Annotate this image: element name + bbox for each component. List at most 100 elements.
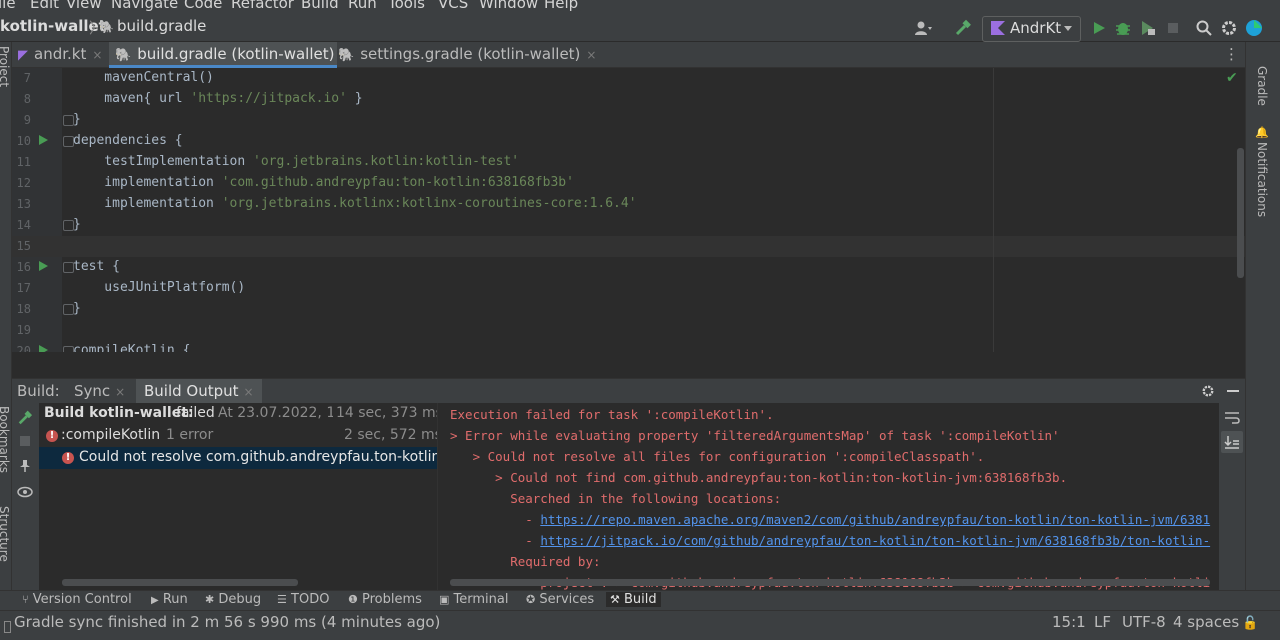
toolbox-icon[interactable] — [1245, 19, 1263, 37]
menu-file[interactable]: ile — [0, 0, 16, 12]
menu-code[interactable]: Code — [184, 0, 222, 12]
code-line[interactable]: 19 — [12, 320, 1245, 341]
build-tool-window-header: Build: Sync × Build Output × — [12, 378, 1245, 407]
editor-scrollbar[interactable] — [1237, 148, 1244, 278]
menu-view[interactable]: View — [66, 0, 102, 12]
code-line[interactable]: 20 compileKotlin { — [12, 341, 1245, 352]
coverage-icon[interactable] — [1139, 19, 1157, 37]
caret-position[interactable]: 15:1 — [1052, 613, 1086, 631]
version-control-tool-button[interactable]: ⑂ Version Control — [22, 592, 132, 607]
menu-run[interactable]: Run — [348, 0, 377, 12]
pin-icon[interactable] — [18, 459, 32, 473]
run-configuration-select[interactable]: AndrKt — [982, 16, 1081, 42]
error-node[interactable]: ! Could not resolve com.github.andreypfa… — [39, 447, 437, 469]
indent-setting[interactable]: 4 spaces — [1173, 613, 1239, 631]
tab-andr-kt[interactable]: ◤ andr.kt × — [18, 42, 118, 68]
build-console-output[interactable]: Execution failed for task ':compileKotli… — [437, 403, 1219, 590]
code-line[interactable]: 11 testImplementation 'org.jetbrains.kot… — [12, 152, 1245, 173]
tab-settings-gradle[interactable]: 🐘 settings.gradle (kotlin-wallet) × — [338, 42, 596, 68]
bookmarks-tool-button[interactable]: Bookmarks — [0, 406, 11, 473]
menu-help[interactable]: Help — [544, 0, 578, 12]
close-icon[interactable]: × — [244, 385, 254, 399]
gradle-tool-button[interactable]: Gradle — [1255, 66, 1269, 106]
menu-navigate[interactable]: Navigate — [111, 0, 178, 12]
settings-gear-icon[interactable] — [1220, 19, 1238, 37]
console-link-line[interactable]: - https://jitpack.io/com/github/andreypf… — [450, 533, 1210, 548]
code-text: mavenCentral() — [73, 70, 214, 85]
close-icon[interactable]: × — [586, 48, 596, 62]
stop-icon[interactable] — [1164, 19, 1182, 37]
settings-gear-icon[interactable] — [1201, 384, 1215, 398]
run-gutter-icon[interactable] — [39, 261, 48, 271]
console-horizontal-scrollbar[interactable] — [450, 579, 1210, 586]
tab-build-gradle[interactable]: 🐘 build.gradle (kotlin-wallet) × — [109, 42, 351, 68]
menu-vcs[interactable]: VCS — [438, 0, 468, 12]
code-text: testImplementation 'org.jetbrains.kotlin… — [73, 154, 520, 169]
code-text: } — [73, 217, 81, 232]
task-node-compilekotlin[interactable]: ! :compileKotlin 1 error 2 sec, 572 ms — [39, 425, 437, 447]
line-number: 9 — [23, 113, 31, 127]
run-gutter-icon[interactable] — [39, 345, 48, 352]
bug-icon: ✱ — [205, 593, 215, 606]
debug-icon[interactable] — [1114, 19, 1132, 37]
code-line[interactable]: 13 implementation 'org.jetbrains.kotlinx… — [12, 194, 1245, 215]
eye-icon[interactable] — [17, 485, 33, 499]
notifications-tool-button[interactable]: Notifications — [1255, 142, 1269, 217]
close-icon[interactable]: × — [92, 48, 102, 62]
debug-tool-button[interactable]: ✱ Debug — [205, 592, 261, 607]
code-line[interactable]: 9} — [12, 110, 1245, 131]
line-number: 10 — [16, 134, 31, 148]
editor-tab-bar: ◤ andr.kt × 🐘 build.gradle (kotlin-wallet) ×… — [12, 42, 1245, 68]
services-tool-button[interactable]: ✪ Services — [526, 592, 594, 607]
code-line[interactable]: 18} — [12, 299, 1245, 320]
menu-tools[interactable]: Tools — [388, 0, 425, 12]
code-line[interactable]: 8 maven{ url 'https://jitpack.io' } — [12, 89, 1245, 110]
repository-url-link[interactable]: https://jitpack.io/com/github/andreypfau… — [540, 533, 1210, 548]
code-line[interactable]: 12 implementation 'com.github.andreypfau… — [12, 173, 1245, 194]
build-root-node[interactable]: Build kotlin-wallet: failed At 23.07.202… — [39, 403, 437, 425]
build-tool-button[interactable]: ⚒ Build — [606, 592, 661, 607]
run-icon[interactable] — [1090, 19, 1108, 37]
code-line[interactable]: 17 useJUnitPlatform() — [12, 278, 1245, 299]
menu-window[interactable]: Window — [479, 0, 538, 12]
problems-tool-button[interactable]: ❶ Problems — [348, 592, 422, 607]
run-gutter-icon[interactable] — [39, 135, 48, 145]
code-line[interactable]: 16 test { — [12, 257, 1245, 278]
minimize-icon[interactable] — [1227, 390, 1239, 392]
lock-icon[interactable]: 🔓 — [1242, 616, 1258, 631]
close-icon[interactable]: × — [115, 385, 125, 399]
tab-overflow-menu-icon[interactable]: ⋮ — [1224, 45, 1239, 63]
tab-sync[interactable]: Sync × — [74, 382, 125, 400]
file-encoding[interactable]: UTF-8 — [1122, 613, 1166, 631]
menu-build[interactable]: Build — [301, 0, 339, 12]
code-line[interactable]: 15 — [12, 236, 1245, 257]
code-line[interactable]: 14} — [12, 215, 1245, 236]
code-text: compileKotlin { — [73, 343, 191, 352]
code-line[interactable]: 7 mavenCentral() — [12, 68, 1245, 89]
code-editor[interactable]: 7 mavenCentral() 8 maven{ url 'https://ji… — [12, 68, 1245, 352]
scroll-to-end-button[interactable] — [1221, 431, 1243, 453]
console-link-line[interactable]: - https://repo.maven.apache.org/maven2/c… — [450, 512, 1210, 527]
terminal-tool-button[interactable]: ▣ Terminal — [439, 592, 509, 607]
code-text: } — [73, 301, 81, 316]
stop-icon[interactable] — [20, 436, 30, 446]
project-tool-button[interactable]: Project — [0, 46, 11, 87]
todo-tool-button[interactable]: ☰ TODO — [277, 592, 329, 607]
soft-wrap-icon[interactable] — [1224, 411, 1240, 425]
code-line[interactable]: 10 dependencies { — [12, 131, 1245, 152]
user-icon[interactable] — [914, 19, 932, 37]
status-toggle-icon[interactable] — [4, 621, 11, 633]
hammer-icon[interactable] — [954, 19, 972, 37]
line-separator[interactable]: LF — [1094, 613, 1111, 631]
tree-horizontal-scrollbar[interactable] — [62, 579, 298, 586]
hammer-icon[interactable] — [17, 410, 33, 426]
run-tool-button[interactable]: ▶ Run — [151, 592, 188, 607]
repository-url-link[interactable]: https://repo.maven.apache.org/maven2/com… — [540, 512, 1210, 527]
menu-refactor[interactable]: Refactor — [231, 0, 294, 12]
breadcrumb-file[interactable]: 🐘 build.gradle — [99, 17, 206, 35]
branch-icon: ⑂ — [22, 593, 29, 606]
menu-edit[interactable]: Edit — [30, 0, 59, 12]
structure-tool-button[interactable]: Structure — [0, 506, 11, 562]
search-icon[interactable] — [1195, 19, 1213, 37]
status-message[interactable]: Gradle sync finished in 2 m 56 s 990 ms … — [14, 613, 440, 631]
